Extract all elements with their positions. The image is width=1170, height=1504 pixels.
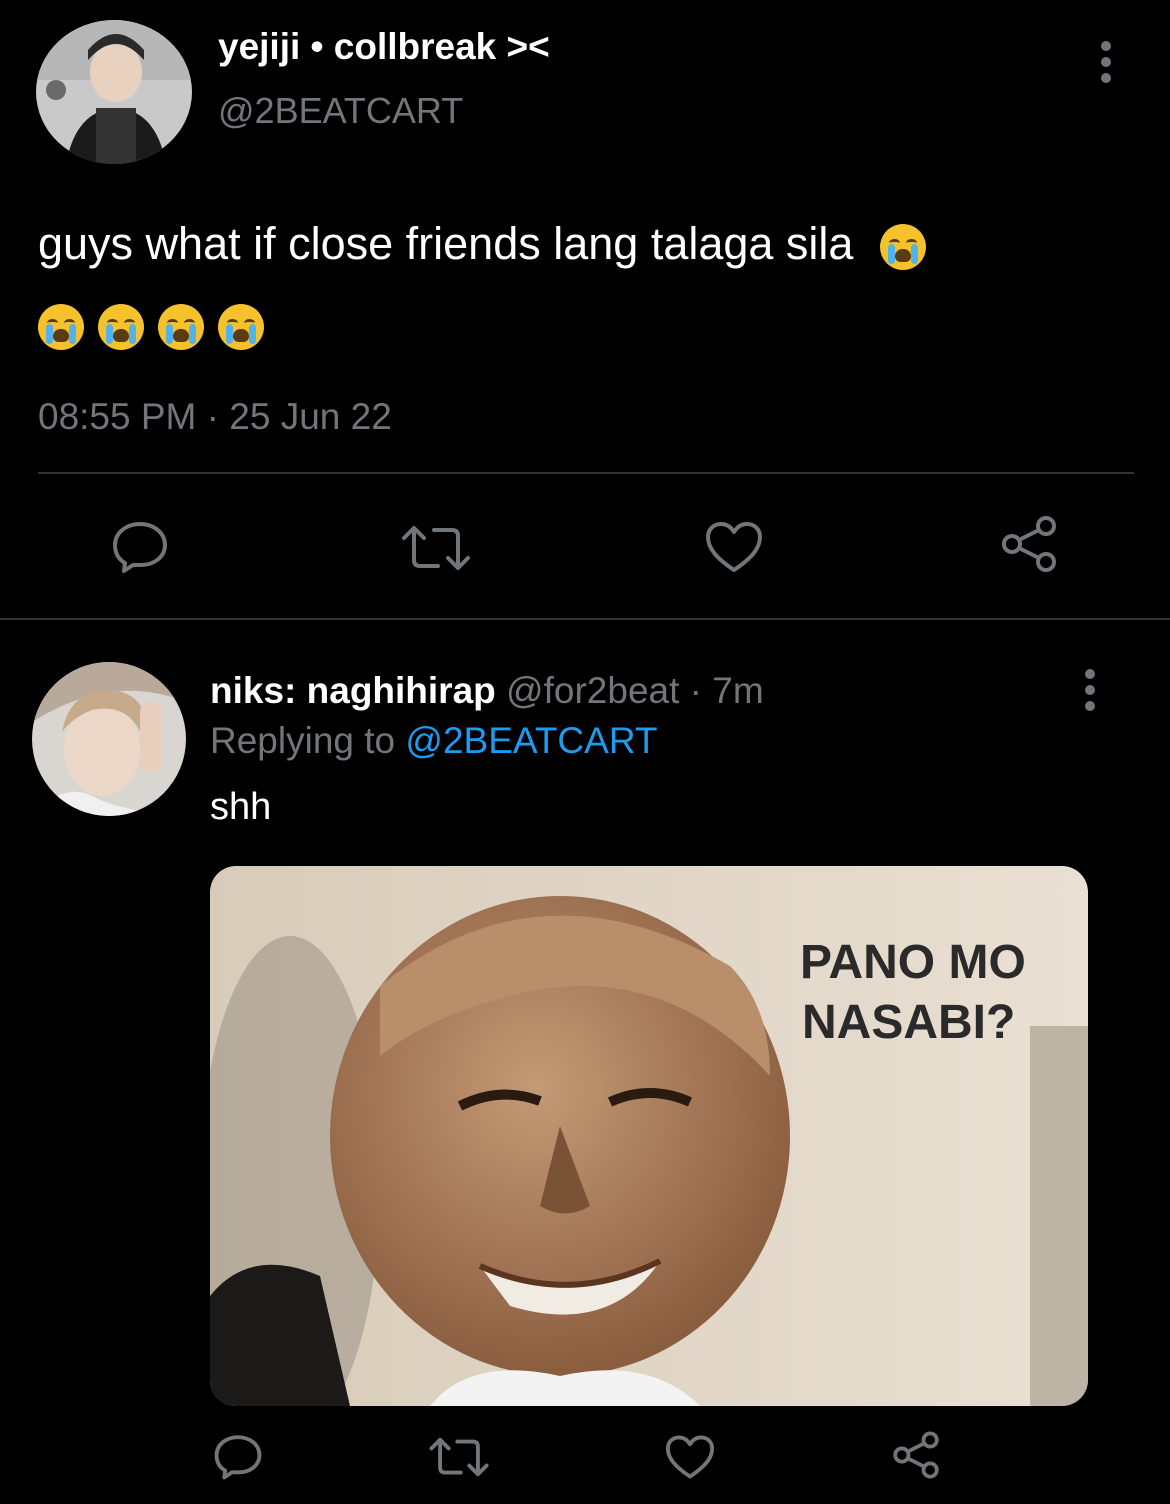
timestamp-separator: · bbox=[196, 396, 230, 437]
loudly-crying-face-icon bbox=[158, 304, 204, 351]
reply-author-avatar[interactable] bbox=[32, 662, 186, 816]
author-display-name[interactable]: yejiji • collbreak >< bbox=[218, 26, 550, 68]
reply-retweet-icon[interactable] bbox=[428, 1436, 490, 1478]
tweet-timestamp[interactable]: 08:55 PM · 25 Jun 22 bbox=[38, 396, 392, 438]
meme-caption-line2: NASABI? bbox=[802, 996, 1015, 1049]
replying-to: Replying to @2BEATCART bbox=[210, 720, 657, 762]
reply-age[interactable]: 7m bbox=[712, 670, 763, 711]
divider bbox=[38, 472, 1134, 474]
meme-photo: PANO MO NASABI? bbox=[210, 866, 1088, 1406]
reply-icon[interactable] bbox=[110, 518, 170, 574]
reply-like-icon[interactable] bbox=[664, 1434, 716, 1480]
reply-share-icon[interactable] bbox=[890, 1430, 942, 1480]
reply-media-image[interactable]: PANO MO NASABI? bbox=[210, 866, 1088, 1406]
retweet-icon[interactable] bbox=[400, 524, 472, 572]
tweet-time: 08:55 PM bbox=[38, 396, 197, 437]
reply-display-name[interactable]: niks: naghihirap bbox=[210, 670, 496, 711]
more-icon[interactable] bbox=[1094, 40, 1118, 84]
section-divider bbox=[0, 618, 1170, 620]
tweet-text: guys what if close friends lang talaga s… bbox=[38, 204, 1138, 364]
author-handle[interactable]: @2BEATCART bbox=[218, 90, 463, 132]
author-avatar[interactable] bbox=[36, 20, 192, 164]
reply-header: niks: naghihirap @for2beat · 7m bbox=[210, 670, 764, 712]
loudly-crying-face-icon bbox=[98, 304, 144, 351]
reply-age-separator: · bbox=[679, 670, 713, 711]
loudly-crying-face-icon bbox=[879, 224, 926, 271]
reply-reply-icon[interactable] bbox=[212, 1432, 264, 1480]
replying-to-label: Replying to bbox=[210, 720, 396, 761]
tweet-text-body: guys what if close friends lang talaga s… bbox=[38, 218, 854, 269]
replying-to-handle[interactable]: @2BEATCART bbox=[405, 720, 657, 761]
like-icon[interactable] bbox=[704, 520, 764, 574]
share-icon[interactable] bbox=[998, 514, 1060, 574]
reply-more-icon[interactable] bbox=[1078, 668, 1102, 712]
reply-handle[interactable]: @for2beat bbox=[506, 670, 679, 711]
loudly-crying-face-icon bbox=[38, 304, 84, 351]
reply-text: shh bbox=[210, 786, 272, 828]
tweet-date: 25 Jun 22 bbox=[229, 396, 392, 437]
loudly-crying-face-icon bbox=[218, 304, 264, 351]
meme-caption-line1: PANO MO bbox=[800, 936, 1026, 989]
